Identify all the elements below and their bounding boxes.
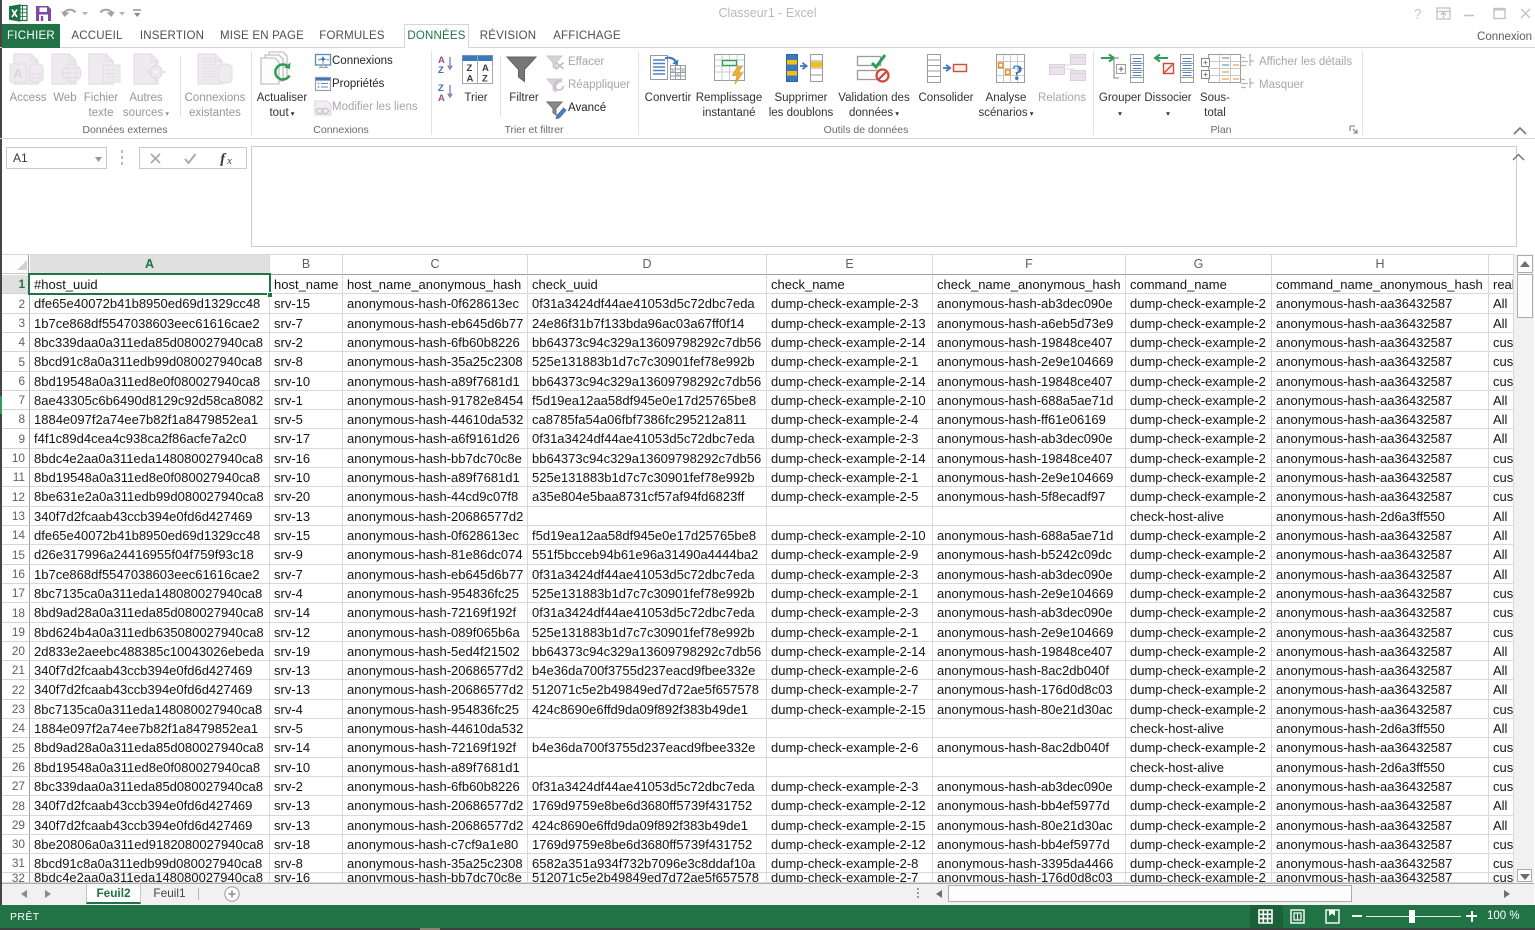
svg-text:Z: Z — [482, 74, 488, 85]
svg-text:Z: Z — [467, 63, 473, 74]
svg-text:f: f — [220, 151, 227, 166]
svg-text:A: A — [467, 74, 474, 85]
svg-text:A: A — [482, 63, 489, 74]
svg-text:?: ? — [1414, 7, 1422, 22]
svg-text:x: x — [226, 155, 232, 166]
svg-text:Z: Z — [438, 65, 444, 76]
svg-text:?: ? — [1012, 60, 1023, 85]
svg-text:A: A — [13, 66, 23, 81]
